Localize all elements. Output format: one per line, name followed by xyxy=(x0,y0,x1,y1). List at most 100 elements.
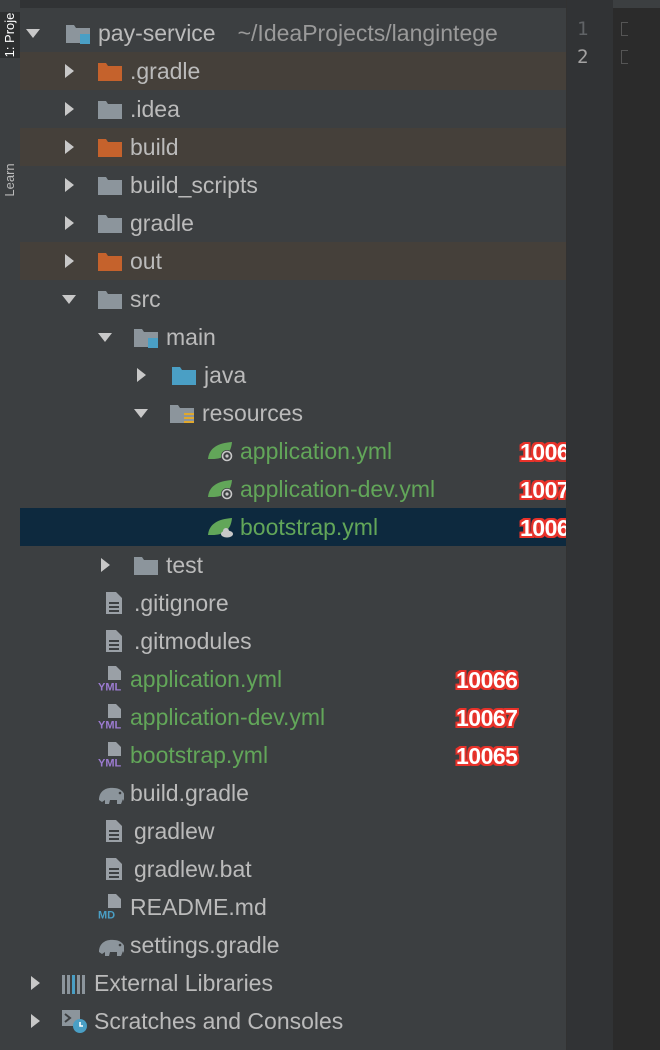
folder-icon xyxy=(96,166,124,204)
tree-row-label: settings.gradle xyxy=(130,931,280,958)
tree-row-settings-gradle[interactable]: settings.gradle xyxy=(20,926,566,964)
tree-row-root-application-yml[interactable]: YML application.yml 10066 xyxy=(20,660,566,698)
panel-header-strip xyxy=(20,0,566,8)
tree-row-label: application-dev.yml xyxy=(130,703,326,730)
tree-row-label: .gradle xyxy=(130,57,201,84)
tree-row-label: .idea xyxy=(130,95,180,122)
tree-row-res-application-yml[interactable]: application.yml 10069 xyxy=(20,432,566,470)
tree-row-external-libraries[interactable]: External Libraries xyxy=(20,964,566,1002)
source-folder-icon xyxy=(170,356,198,394)
chevron-down-icon[interactable] xyxy=(60,280,78,318)
tree-row-label: build_scripts xyxy=(130,171,258,198)
chevron-down-icon[interactable] xyxy=(96,318,114,356)
tree-row-gradle-folder[interactable]: gradle xyxy=(20,204,566,242)
tree-row-label: bootstrap.yml xyxy=(240,513,379,540)
tree-row-java[interactable]: java xyxy=(20,356,566,394)
chevron-right-icon[interactable] xyxy=(26,1002,44,1040)
svg-text:MD: MD xyxy=(98,910,115,922)
tree-row-label: src xyxy=(130,285,161,312)
gradle-elephant-icon xyxy=(96,774,124,812)
tree-row-resources[interactable]: resources xyxy=(20,394,566,432)
markdown-file-icon: MD xyxy=(96,888,124,926)
chevron-down-icon[interactable] xyxy=(24,14,42,52)
tree-row-label: gradlew.bat xyxy=(134,855,252,882)
annotation-badge: 10070 xyxy=(520,477,566,503)
project-path: ~/IdeaProjects/langintege xyxy=(237,19,498,46)
chevron-right-icon[interactable] xyxy=(96,546,114,584)
text-file-icon xyxy=(100,584,128,622)
tree-row-build[interactable]: build xyxy=(20,128,566,166)
tree-row-label: gradlew xyxy=(134,817,215,844)
fold-marker[interactable] xyxy=(621,50,628,64)
tree-row-res-application-dev-yml[interactable]: application-dev.yml 10070 xyxy=(20,470,566,508)
spring-config-icon xyxy=(206,432,234,470)
folder-icon xyxy=(96,204,124,242)
tree-row-gitignore[interactable]: .gitignore xyxy=(20,584,566,622)
tree-row-test[interactable]: test xyxy=(20,546,566,584)
text-file-icon xyxy=(100,850,128,888)
chevron-right-icon[interactable] xyxy=(60,128,78,166)
annotation-badge: 10068 xyxy=(520,515,566,541)
tree-row-main[interactable]: main xyxy=(20,318,566,356)
tree-row-readme[interactable]: MD README.md xyxy=(20,888,566,926)
tree-row-root[interactable]: pay-service ~/IdeaProjects/langintege xyxy=(20,14,566,52)
tree-row-label: application.yml xyxy=(130,665,283,692)
tree-row-label: .gitignore xyxy=(134,589,229,616)
tree-row-build-gradle[interactable]: build.gradle xyxy=(20,774,566,812)
text-file-icon xyxy=(100,622,128,660)
tree-row-label: build.gradle xyxy=(130,779,249,806)
yml-file-icon: YML xyxy=(96,660,124,698)
gradle-elephant-icon xyxy=(96,926,124,964)
chevron-right-icon[interactable] xyxy=(26,964,44,1002)
editor-area[interactable]: 1 2 xyxy=(566,0,660,1050)
excluded-folder-icon xyxy=(96,128,124,166)
tree-row-idea[interactable]: .idea xyxy=(20,90,566,128)
svg-text:YML: YML xyxy=(98,758,122,770)
svg-text:YML: YML xyxy=(98,720,122,732)
chevron-right-icon[interactable] xyxy=(60,242,78,280)
chevron-right-icon[interactable] xyxy=(60,204,78,242)
tree-row-scratches[interactable]: Scratches and Consoles xyxy=(20,1002,566,1040)
module-folder-icon xyxy=(132,318,160,356)
libraries-icon xyxy=(60,964,88,1002)
module-folder-icon xyxy=(64,14,92,52)
yml-file-icon: YML xyxy=(96,736,124,774)
scratches-icon xyxy=(60,1002,88,1040)
tool-window-strip: 1: Proje Learn xyxy=(0,0,21,1050)
fold-marker[interactable] xyxy=(621,22,628,36)
tree-row-label: pay-service xyxy=(98,19,216,46)
tree-row-label: build xyxy=(130,133,179,160)
tree-row-gradlew-bat[interactable]: gradlew.bat xyxy=(20,850,566,888)
chevron-right-icon[interactable] xyxy=(60,52,78,90)
tree-row-src[interactable]: src xyxy=(20,280,566,318)
yml-file-icon: YML xyxy=(96,698,124,736)
tree-row-root-bootstrap-yml[interactable]: YML bootstrap.yml 10065 xyxy=(20,736,566,774)
tree-row-label: application-dev.yml xyxy=(240,475,436,502)
project-tool-tab[interactable]: 1: Proje xyxy=(0,12,20,58)
excluded-folder-icon xyxy=(96,242,124,280)
project-tree: pay-service ~/IdeaProjects/langintege .g… xyxy=(20,0,566,1050)
line-number: 1 xyxy=(577,18,589,40)
chevron-right-icon[interactable] xyxy=(60,90,78,128)
tree-row-label: resources xyxy=(202,399,303,426)
tree-row-root-application-dev-yml[interactable]: YML application-dev.yml 10067 xyxy=(20,698,566,736)
tree-row-res-bootstrap-yml[interactable]: bootstrap.yml 10068 xyxy=(20,508,566,546)
tree-row-label: gradle xyxy=(130,209,194,236)
annotation-badge: 10066 xyxy=(456,667,518,693)
svg-text:YML: YML xyxy=(98,682,122,694)
tree-row-build-scripts[interactable]: build_scripts xyxy=(20,166,566,204)
tree-row-gradle-dir[interactable]: .gradle xyxy=(20,52,566,90)
tree-row-gitmodules[interactable]: .gitmodules xyxy=(20,622,566,660)
chevron-right-icon[interactable] xyxy=(60,166,78,204)
resources-folder-icon xyxy=(168,394,196,432)
tree-row-label: application.yml xyxy=(240,437,393,464)
tree-row-out[interactable]: out xyxy=(20,242,566,280)
tree-row-label: README.md xyxy=(130,893,267,920)
folder-icon xyxy=(96,280,124,318)
annotation-badge: 10069 xyxy=(520,439,566,465)
tree-row-gradlew[interactable]: gradlew xyxy=(20,812,566,850)
learn-tool-tab[interactable]: Learn xyxy=(0,157,20,203)
chevron-down-icon[interactable] xyxy=(132,394,150,432)
excluded-folder-icon xyxy=(96,52,124,90)
chevron-right-icon[interactable] xyxy=(132,356,150,394)
